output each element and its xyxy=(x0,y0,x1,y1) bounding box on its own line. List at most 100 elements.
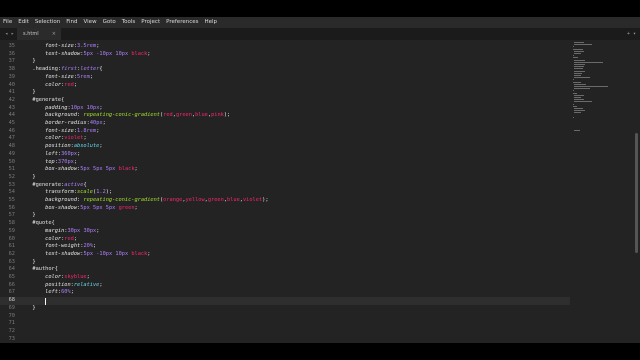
menu-item-goto[interactable]: Goto xyxy=(100,17,119,28)
line-number: 68 xyxy=(8,297,15,304)
code-line[interactable]: transform:scale(1.2); xyxy=(26,189,112,197)
line-number: 39 xyxy=(8,73,15,80)
code-line[interactable]: } xyxy=(26,174,35,182)
code-line[interactable]: font-size:1.8rem; xyxy=(26,128,99,136)
code-line[interactable]: } xyxy=(26,58,35,66)
menu-item-file[interactable]: File xyxy=(0,17,15,28)
minimap-line xyxy=(574,61,603,63)
line-number: 35 xyxy=(8,43,15,49)
line-number: 62 xyxy=(8,250,15,257)
line-number: 45 xyxy=(8,120,15,126)
line-number: 42 xyxy=(8,96,15,103)
menu-item-edit[interactable]: Edit xyxy=(15,17,32,28)
menu-bar: File Edit Selection Find View Goto Tools Projec… xyxy=(0,17,640,28)
tab-s-html[interactable]: s.html × xyxy=(17,28,61,40)
line-number: 47 xyxy=(8,135,15,142)
minimap-line xyxy=(574,42,585,43)
menu-item-tools[interactable]: Tools xyxy=(119,17,139,28)
code-line[interactable]: text-shadow:5px -10px 10px black; xyxy=(26,51,150,59)
code-line[interactable]: border-radius:40px; xyxy=(26,120,106,128)
scrollbar-thumb[interactable] xyxy=(635,133,638,253)
line-number: 51 xyxy=(8,166,15,173)
minimap-line xyxy=(574,66,585,68)
code-line[interactable]: text-shadow:5px -10px 10px black; xyxy=(26,251,150,259)
minimap-line xyxy=(574,64,586,65)
line-number: 54 xyxy=(8,189,15,196)
code-line[interactable]: left:60%; xyxy=(26,289,74,297)
code-line[interactable]: margin:30px 30px; xyxy=(26,228,99,236)
minimap-line xyxy=(572,57,579,59)
line-number: 71 xyxy=(8,320,15,327)
code-line[interactable]: #quote{ xyxy=(26,220,54,228)
line-number: 67 xyxy=(8,289,15,296)
code-line[interactable]: box-shadow:5px 5px 5px green; xyxy=(26,205,138,213)
line-number: 52 xyxy=(8,173,15,180)
minimap-line xyxy=(572,116,575,118)
code-line[interactable]: #generate{ xyxy=(26,97,64,105)
code-line[interactable]: background: repeating-conic-gradient(ora… xyxy=(26,197,268,205)
line-number: 56 xyxy=(8,204,15,211)
code-line[interactable]: .heading:first:letter{ xyxy=(26,66,102,74)
line-number: 38 xyxy=(8,66,15,73)
minimap-line xyxy=(574,94,585,96)
menu-item-help[interactable]: Help xyxy=(201,17,220,28)
code-line[interactable]: } xyxy=(26,212,35,220)
minimap-line xyxy=(574,50,584,52)
menu-item-preferences[interactable]: Preferences xyxy=(163,17,201,28)
line-number: 46 xyxy=(8,127,15,134)
line-number: 44 xyxy=(8,112,15,119)
minimap-line xyxy=(574,101,592,103)
code-line[interactable]: color:red; xyxy=(26,236,77,244)
letterbox-bottom xyxy=(0,343,640,360)
menu-item-selection[interactable]: Selection xyxy=(32,17,63,28)
minimap-line xyxy=(574,77,590,79)
minimap-line xyxy=(574,86,609,87)
minimap[interactable] xyxy=(572,40,632,343)
code-line[interactable]: position:relative; xyxy=(26,282,102,290)
code-lines[interactable]: 35 font-size:3.5rem; 36 text-shadow:5px -… xyxy=(0,40,570,343)
line-number: 48 xyxy=(8,143,15,150)
code-line[interactable]: color:skyblue; xyxy=(26,274,90,282)
code-line[interactable]: top:370px; xyxy=(26,159,77,167)
code-line[interactable]: font-size:5rem; xyxy=(26,74,93,82)
tab-label: s.html xyxy=(23,31,39,37)
code-line[interactable]: position:absolute; xyxy=(26,143,102,151)
code-editor[interactable]: 35 font-size:3.5rem; 36 text-shadow:5px -… xyxy=(0,40,640,343)
menu-item-view[interactable]: View xyxy=(81,17,100,28)
code-line[interactable]: font-size:3.5rem; xyxy=(26,43,99,51)
minimap-line xyxy=(572,55,575,57)
minimap-line xyxy=(572,103,575,105)
minimap-line xyxy=(574,59,585,61)
minimap-line xyxy=(574,108,584,109)
close-icon[interactable]: × xyxy=(52,28,56,40)
current-line-highlight xyxy=(0,297,570,305)
tab-nav-arrows-icon[interactable]: ◂ ▸ xyxy=(5,28,14,40)
code-line[interactable]: #author{ xyxy=(26,266,58,274)
code-line[interactable]: background: repeating-conic-gradient(red… xyxy=(26,112,230,120)
code-line[interactable]: box-shadow:5px 5px 5px black; xyxy=(26,166,138,174)
code-line[interactable]: padding:10px 10px; xyxy=(26,105,102,113)
line-number: 65 xyxy=(8,274,15,280)
line-number: 58 xyxy=(8,220,15,227)
code-line[interactable]: } xyxy=(26,89,35,97)
code-line[interactable]: color:red; xyxy=(26,82,77,90)
menu-item-find[interactable]: Find xyxy=(63,17,80,28)
line-number: 37 xyxy=(8,58,15,65)
minimap-line xyxy=(572,92,577,94)
code-line[interactable]: } xyxy=(26,259,35,267)
code-line[interactable]: color:violet; xyxy=(26,135,87,143)
code-line[interactable]: left:360px; xyxy=(26,151,80,159)
code-line[interactable]: } xyxy=(26,305,35,313)
line-number: 36 xyxy=(8,50,15,57)
line-number: 60 xyxy=(8,235,15,242)
vertical-scrollbar[interactable] xyxy=(634,40,640,343)
line-number: 72 xyxy=(8,327,15,334)
minimap-line xyxy=(574,53,582,54)
line-number: 40 xyxy=(8,81,15,88)
code-line[interactable]: font-weight:20%; xyxy=(26,243,96,251)
tab-actions-icon[interactable]: + ▾ xyxy=(627,28,636,40)
minimap-line xyxy=(574,83,587,85)
menu-item-project[interactable]: Project xyxy=(138,17,163,28)
code-line[interactable]: #generate:active{ xyxy=(26,182,86,190)
minimap-line xyxy=(574,44,592,46)
